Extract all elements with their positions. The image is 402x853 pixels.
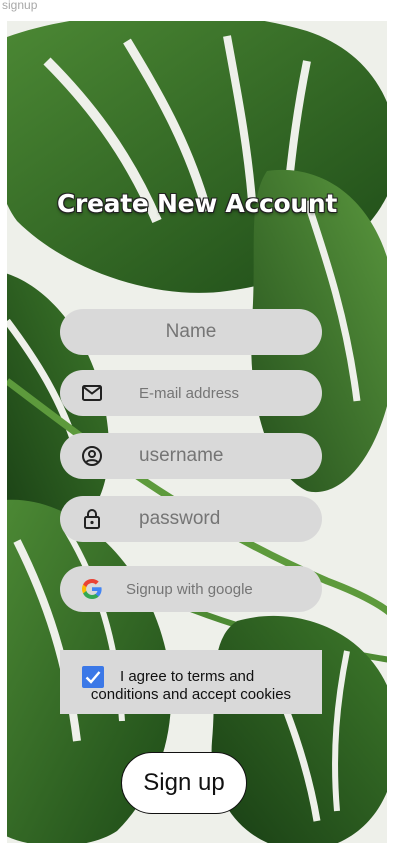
- signup-screen: Create New Account Name E-mail address u…: [7, 21, 387, 843]
- google-signup-label: Signup with google: [126, 580, 253, 598]
- username-placeholder: username: [139, 445, 224, 466]
- terms-line-2: conditions and accept cookies: [90, 686, 292, 703]
- name-field[interactable]: Name: [60, 309, 322, 355]
- lock-icon: [84, 509, 100, 529]
- email-field[interactable]: E-mail address: [60, 370, 322, 416]
- mail-icon: [82, 385, 102, 401]
- terms-text: I agree to terms and conditions and acce…: [60, 668, 322, 704]
- username-field[interactable]: username: [60, 433, 322, 479]
- monstera-background: [7, 21, 387, 843]
- password-placeholder: password: [139, 508, 221, 529]
- email-placeholder: E-mail address: [139, 384, 240, 402]
- page-title: Create New Account: [56, 189, 338, 218]
- terms-box: I agree to terms and conditions and acce…: [60, 650, 322, 714]
- name-placeholder: Name: [165, 321, 217, 342]
- terms-line-1: I agree to terms and: [120, 668, 255, 685]
- signup-button[interactable]: Sign up: [121, 752, 247, 814]
- google-signup-button[interactable]: Signup with google: [60, 566, 322, 612]
- password-field[interactable]: password: [60, 496, 322, 542]
- user-circle-icon: [82, 446, 102, 466]
- frame-label: signup: [2, 0, 38, 12]
- google-icon: [82, 579, 102, 599]
